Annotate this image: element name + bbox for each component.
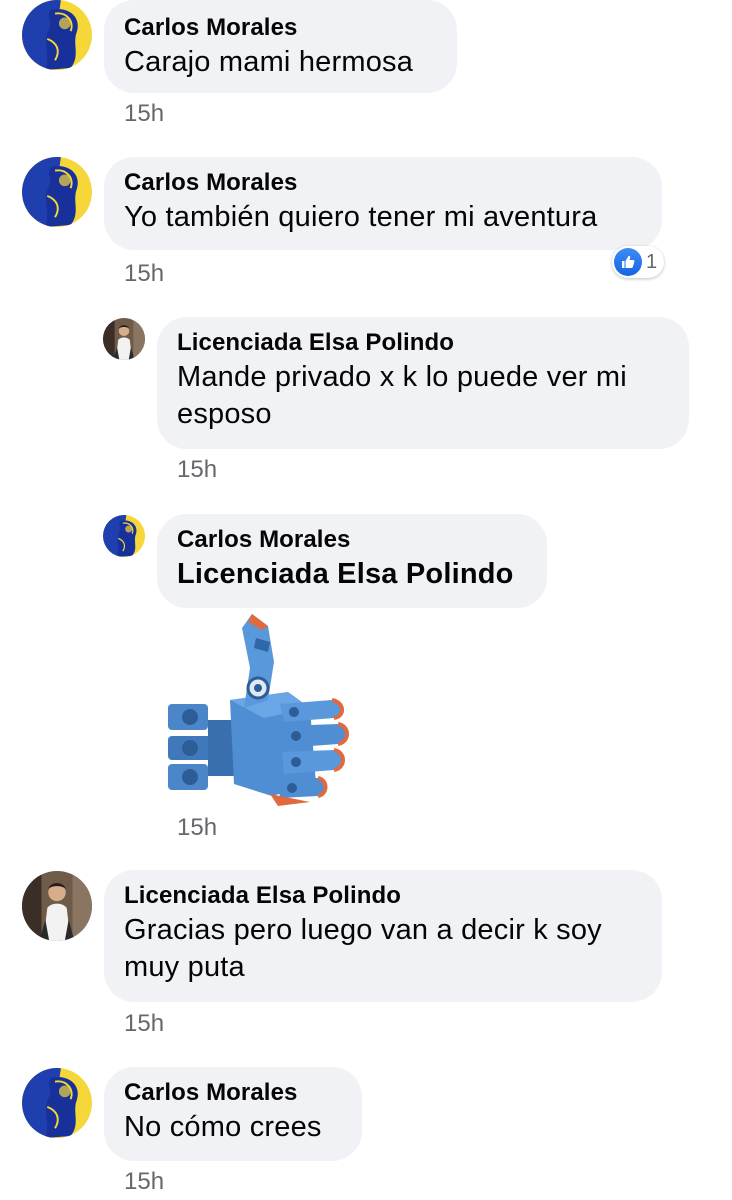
comment-time[interactable]: 15h: [124, 1168, 164, 1196]
comment-bubble[interactable]: Carlos Morales No cómo crees: [104, 1067, 362, 1161]
comment-text: No cómo crees: [124, 1111, 322, 1143]
comment-author[interactable]: Carlos Morales: [124, 1077, 342, 1109]
avatar[interactable]: [22, 1068, 92, 1138]
comment: Carlos Morales No cómo crees 15h: [0, 0, 732, 1200]
